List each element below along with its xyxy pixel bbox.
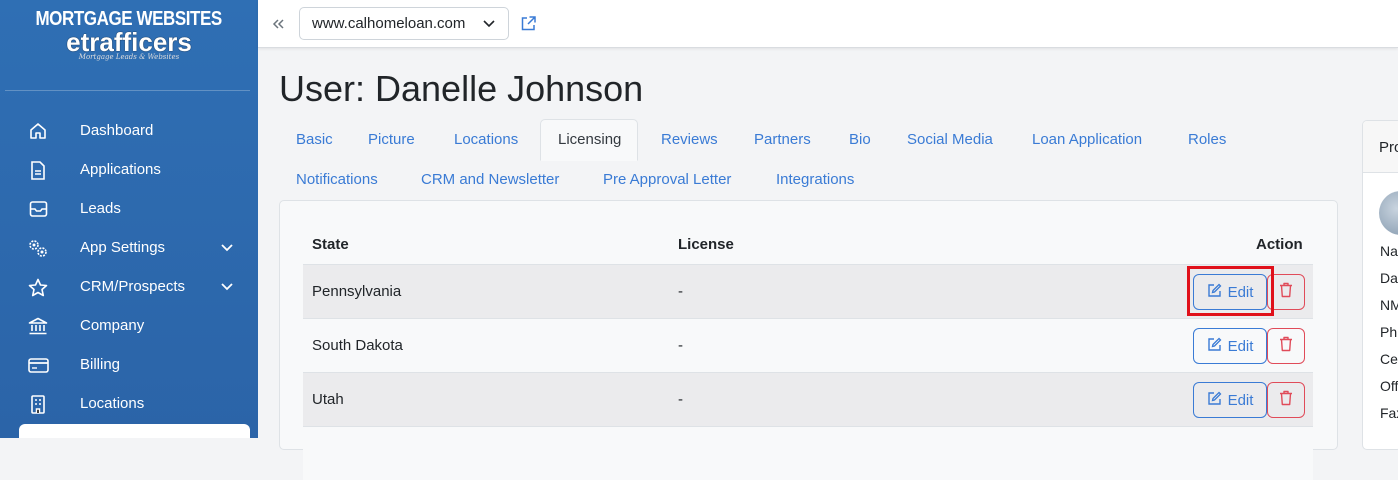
gears-icon (27, 238, 49, 258)
credit-card-icon (27, 355, 49, 375)
sidebar-item-company[interactable]: Company (0, 306, 258, 345)
sidebar-item-label: Billing (80, 356, 121, 373)
highlight-box (1187, 266, 1274, 316)
sidebar-item-label: Company (80, 317, 145, 334)
trash-icon (1279, 336, 1293, 357)
tab-reviews[interactable]: Reviews (661, 119, 718, 159)
sidebar-item-label: Dashboard (80, 122, 154, 139)
profile-field-label: Ph (1380, 324, 1398, 340)
avatar (1379, 191, 1398, 235)
table-row: Utah - Edit (303, 372, 1313, 426)
sidebar-nav: Dashboard Applications Leads App Setting… (0, 111, 258, 423)
cell-license: - (678, 337, 683, 354)
tab-partners[interactable]: Partners (754, 119, 811, 159)
profile-field-label: Da (1380, 270, 1398, 286)
sidebar-item-dashboard[interactable]: Dashboard (0, 111, 258, 150)
cell-state: Pennsylvania (312, 283, 402, 300)
profile-field-label: NM (1380, 297, 1398, 313)
column-header-action: Action (1256, 236, 1303, 253)
trash-icon (1279, 282, 1293, 303)
sidebar-item-label: Leads (80, 200, 121, 217)
bank-icon (27, 316, 49, 336)
sidebar-item-label: Locations (80, 395, 145, 412)
trash-icon (1279, 390, 1293, 411)
profile-field-label: Off (1380, 378, 1398, 394)
tab-licensing[interactable]: Licensing (540, 119, 639, 161)
logo-tagline: Mortgage Leads & Websites (78, 53, 180, 61)
sidebar-item-crm-prospects[interactable]: CRM/Prospects (0, 267, 258, 306)
edit-button[interactable]: Edit (1193, 328, 1267, 364)
tab-bio[interactable]: Bio (849, 119, 871, 159)
sidebar-item-label: App Settings (80, 239, 166, 256)
sidebar-item-active-partial[interactable] (19, 424, 250, 438)
chevron-down-icon (220, 240, 234, 258)
site-select[interactable]: www.calhomeloan.com (299, 7, 509, 40)
home-icon (27, 121, 49, 141)
profile-field-label: Ce (1380, 351, 1398, 367)
tab-picture[interactable]: Picture (368, 119, 415, 159)
profile-card: Pro Na Da NM Ph Ce Off Fax (1362, 120, 1398, 450)
cell-license: - (678, 283, 683, 300)
logo-brand: etrafficers (66, 27, 192, 57)
collapse-sidebar-icon[interactable] (270, 14, 286, 34)
sidebar-item-billing[interactable]: Billing (0, 345, 258, 384)
building-icon (27, 394, 49, 414)
external-link-icon[interactable] (520, 15, 538, 33)
edit-button[interactable]: Edit (1193, 382, 1267, 418)
sidebar-item-label: CRM/Prospects (80, 278, 186, 295)
edit-icon (1207, 337, 1222, 356)
tab-crm-newsletter[interactable]: CRM and Newsletter (421, 159, 559, 199)
edit-label: Edit (1227, 391, 1254, 409)
delete-button[interactable] (1267, 382, 1305, 418)
inbox-icon (27, 199, 49, 219)
tab-basic[interactable]: Basic (296, 119, 333, 159)
profile-field-label: Fax (1380, 405, 1398, 421)
site-select-value: www.calhomeloan.com (312, 15, 466, 32)
star-icon (27, 277, 49, 297)
logo-title: MORTGAGE WEBSITES (35, 8, 223, 30)
edit-label: Edit (1227, 337, 1254, 355)
sidebar-item-leads[interactable]: Leads (0, 189, 258, 228)
tab-locations[interactable]: Locations (454, 119, 518, 159)
sidebar-item-label: Applications (80, 161, 161, 178)
cell-license: - (678, 391, 683, 408)
tab-notifications[interactable]: Notifications (296, 159, 378, 199)
tab-roles[interactable]: Roles (1188, 119, 1226, 159)
profile-card-header: Pro (1363, 121, 1398, 173)
cell-state: South Dakota (312, 337, 403, 354)
chevron-down-icon (482, 17, 496, 35)
sidebar-divider (5, 90, 250, 91)
sidebar: MORTGAGE WEBSITES etrafficers Mortgage L… (0, 0, 258, 438)
column-header-state: State (312, 236, 349, 253)
tab-loan-application[interactable]: Loan Application (1032, 119, 1142, 159)
table-row: Pennsylvania - Edit (303, 264, 1313, 318)
table-row: South Dakota - Edit (303, 318, 1313, 372)
cell-state: Utah (312, 391, 344, 408)
tab-integrations[interactable]: Integrations (776, 159, 854, 199)
delete-button[interactable] (1267, 328, 1305, 364)
sidebar-item-applications[interactable]: Applications (0, 150, 258, 189)
topbar: www.calhomeloan.com (258, 0, 1398, 48)
page-title: User: Danelle Johnson (279, 68, 644, 109)
document-icon (27, 160, 49, 180)
table-row-partial (303, 426, 1313, 480)
tab-pre-approval-letter[interactable]: Pre Approval Letter (603, 159, 731, 199)
tab-social-media[interactable]: Social Media (907, 119, 993, 159)
chevron-down-icon (220, 279, 234, 297)
column-header-license: License (678, 236, 734, 253)
sidebar-item-locations[interactable]: Locations (0, 384, 258, 423)
profile-field-label: Na (1380, 243, 1398, 259)
edit-icon (1207, 391, 1222, 410)
logo[interactable]: MORTGAGE WEBSITES etrafficers Mortgage L… (0, 0, 258, 90)
sidebar-item-app-settings[interactable]: App Settings (0, 228, 258, 267)
